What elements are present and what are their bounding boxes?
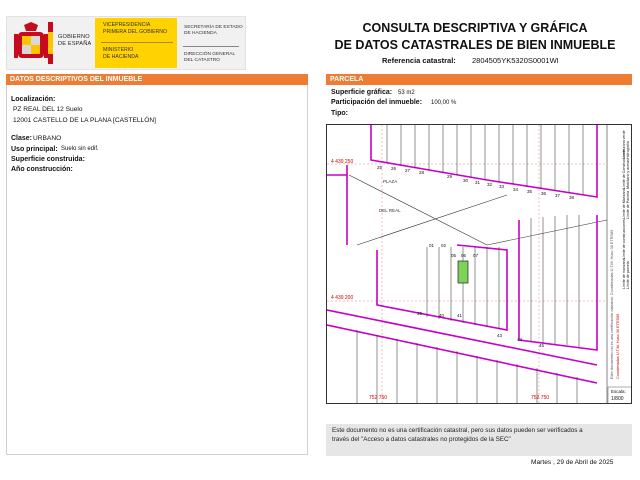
org-dir-1: DIRECCIÓN GENERAL [184,52,236,57]
del-real-label: DEL REAL [379,208,401,213]
scale-value: 1/800 [611,396,624,402]
clase-label: Clase: [11,135,33,142]
spain-flag-bar [48,22,53,64]
parcel-number: 25 [377,165,383,170]
target-parcel[interactable] [457,260,469,284]
verification-notice: Este documento no es una certificación c… [326,424,632,456]
parcel-number: 35 [527,189,533,194]
cadastral-map[interactable]: PLAZA DEL REAL 4 439 250 4 439 200 752 7… [326,124,632,404]
tipo-label: Tipo: [331,110,348,117]
side-utm-note: Coordenadas U.T.M. Huso 30 ETRS89 [616,313,620,379]
coat-of-arms-icon [14,22,48,58]
ministry-min-1: MINISTERIO [103,47,134,53]
org-sec-1: SECRETARÍA DE ESTADO [184,25,243,30]
parcel-number: 34 [513,187,519,192]
map-canvas[interactable] [327,125,632,404]
uso-label: Uso principal: [11,146,58,153]
notice-line2: través del "Acceso a datos catastrales n… [332,435,511,443]
coord-y2: 4 439 200 [331,295,354,301]
participacion-label: Participación del inmueble: [331,99,423,106]
parcel-number: 36 [541,191,547,196]
parcel-number: 01 [429,243,435,248]
ministry-min-2: DE HACIENDA [103,54,139,60]
parcel-number: 06 [461,253,467,258]
ref-catastral-label: Referencia catastral: [382,56,456,65]
parcel-number: 28 [419,170,425,175]
parcel-number: 41 [457,313,463,318]
side-legend-entry: Límite de parcela [626,261,630,289]
parcel-number: 31 [475,180,481,185]
anio-construccion-label: Año construcción: [11,166,73,173]
superficie-construida-label: Superficie construida: [11,156,85,163]
org-separator [183,46,239,47]
notice-line1: Este documento no es una certificación c… [332,427,583,434]
side-legend-entry: Mobiliario y aceras [626,159,630,189]
localizacion-line1: PZ REAL DEL 12 Suelo [13,106,83,113]
document-title: CONSULTA DESCRIPTIVA Y GRÁFICA DE DATOS … [334,21,616,52]
section-header-descriptivos: DATOS DESCRIPTIVOS DEL INMUEBLE [6,74,308,85]
org-dir-2: DEL CATASTRO [184,58,220,63]
superficie-grafica-value: 53 m2 [398,90,415,96]
section-header-parcela: PARCELA [326,74,632,85]
plaza-label: PLAZA [383,179,398,184]
parcel-number: 39 [417,311,423,316]
ref-catastral-value: 2804505YK5320S0001WI [472,56,559,65]
parcel-number: 38 [569,195,575,200]
scale-label: Escala: [611,389,626,394]
uso-value: Suelo sin edif. [61,146,99,152]
side-legend-entry: Hidrografía [626,141,630,159]
parcel-number: 05 [451,253,457,258]
parcel-number: 30 [463,178,469,183]
parcel-number: 27 [405,168,411,173]
coord-y1: 4 439 250 [331,159,354,165]
clase-value: URBANO [33,135,62,142]
parcel-number: 37 [555,193,561,198]
side-vertical-note: Este documento no es una certificación c… [610,229,614,379]
parcel-number: 45 [539,343,545,348]
side-legend-entry: Límite de construcciones [622,219,626,259]
org-sec-2: DE HACIENDA [184,31,217,36]
map-side-legend: Este documento no es una certificación c… [608,129,631,384]
document-date: Martes , 29 de Abril de 2025 [531,459,614,466]
parcel-number: 32 [487,182,493,187]
parcel-number: 29 [447,174,453,179]
ministry-vice-2: PRIMERA DEL GOBIERNO [103,29,168,35]
participacion-value: 100,00 % [431,100,457,106]
parcel-number: 02 [441,243,447,248]
localizacion-label: Localización: [11,96,56,103]
superficie-grafica-label: Superficie gráfica: [331,89,393,96]
parcel-number: 33 [499,184,505,189]
ministry-separator [101,42,173,43]
coord-x2: 752 750 [531,395,550,401]
parcel-number: 40 [439,313,445,318]
coord-x1: 752 750 [369,395,388,401]
parcel-number: 26 [391,166,397,171]
parcel-number: 43 [497,333,503,338]
gobierno-label: GOBIERNO DE ESPAÑA [58,34,92,47]
parcel-number: 07 [473,253,479,258]
ministry-vice-1: VICEPRESIDENCIA [103,22,151,28]
localizacion-line2: 12001 CASTELLO DE LA PLANA [CASTELLÓN] [13,117,156,124]
parcel-number: 44 [517,337,523,342]
side-legend-entry: Límite de Parcela [626,191,630,219]
